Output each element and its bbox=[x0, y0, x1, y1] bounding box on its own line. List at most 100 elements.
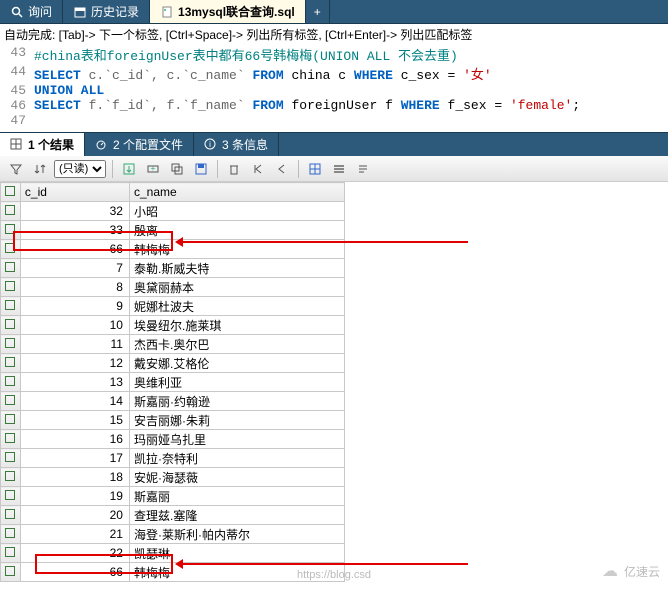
cell-cid[interactable]: 20 bbox=[20, 506, 129, 525]
cell-cname[interactable]: 斯嘉丽 bbox=[129, 487, 344, 506]
form-view-icon[interactable] bbox=[329, 159, 349, 179]
tab-history[interactable]: 历史记录 bbox=[63, 0, 150, 23]
cell-cname[interactable]: 安妮·海瑟薇 bbox=[129, 468, 344, 487]
column-header-cname[interactable]: c_name bbox=[129, 183, 344, 202]
table-row[interactable]: 8奥黛丽赫本 bbox=[1, 278, 345, 297]
tab-file[interactable]: 13mysql联合查询.sql bbox=[150, 0, 306, 23]
mode-select[interactable]: (只读) bbox=[54, 160, 106, 178]
row-checkbox[interactable] bbox=[1, 259, 21, 278]
cell-cid[interactable]: 11 bbox=[20, 335, 129, 354]
row-checkbox[interactable] bbox=[1, 316, 21, 335]
results-grid[interactable]: c_id c_name 32小昭33殷离66韩梅梅7泰勒.斯威夫特8奥黛丽赫本9… bbox=[0, 182, 345, 582]
table-row[interactable]: 32小昭 bbox=[1, 202, 345, 221]
sql-editor[interactable]: 43#china表和foreignUser表中都有66号韩梅梅(UNION AL… bbox=[0, 45, 668, 128]
tab-results[interactable]: 1 个结果 bbox=[0, 133, 85, 156]
cell-cname[interactable]: 杰西卡.奥尔巴 bbox=[129, 335, 344, 354]
row-checkbox[interactable] bbox=[1, 544, 21, 563]
select-all-checkbox[interactable] bbox=[1, 183, 21, 202]
cell-cid[interactable]: 19 bbox=[20, 487, 129, 506]
cell-cid[interactable]: 33 bbox=[20, 221, 129, 240]
tab-add[interactable]: + bbox=[306, 0, 330, 23]
cell-cname[interactable]: 查理兹.塞隆 bbox=[129, 506, 344, 525]
row-checkbox[interactable] bbox=[1, 297, 21, 316]
table-row[interactable]: 16玛丽娅乌扎里 bbox=[1, 430, 345, 449]
row-checkbox[interactable] bbox=[1, 430, 21, 449]
cell-cname[interactable]: 韩梅梅 bbox=[129, 240, 344, 259]
cell-cid[interactable]: 9 bbox=[20, 297, 129, 316]
row-checkbox[interactable] bbox=[1, 468, 21, 487]
table-row[interactable]: 66韩梅梅 bbox=[1, 240, 345, 259]
cell-cname[interactable]: 泰勒.斯威夫特 bbox=[129, 259, 344, 278]
grid-view-icon[interactable] bbox=[305, 159, 325, 179]
table-row[interactable]: 22凯瑟琳 bbox=[1, 544, 345, 563]
cell-cid[interactable]: 22 bbox=[20, 544, 129, 563]
table-row[interactable]: 10埃曼纽尔.施莱琪 bbox=[1, 316, 345, 335]
table-row[interactable]: 11杰西卡.奥尔巴 bbox=[1, 335, 345, 354]
row-checkbox[interactable] bbox=[1, 202, 21, 221]
prev-icon[interactable] bbox=[272, 159, 292, 179]
row-checkbox[interactable] bbox=[1, 411, 21, 430]
table-row[interactable]: 7泰勒.斯威夫特 bbox=[1, 259, 345, 278]
cell-cname[interactable]: 奥黛丽赫本 bbox=[129, 278, 344, 297]
tab-info[interactable]: i 3 条信息 bbox=[194, 133, 279, 156]
table-row[interactable]: 14斯嘉丽·约翰逊 bbox=[1, 392, 345, 411]
cell-cid[interactable]: 7 bbox=[20, 259, 129, 278]
row-checkbox[interactable] bbox=[1, 354, 21, 373]
cell-cname[interactable]: 奥维利亚 bbox=[129, 373, 344, 392]
table-row[interactable]: 19斯嘉丽 bbox=[1, 487, 345, 506]
cell-cname[interactable]: 凯拉·奈特利 bbox=[129, 449, 344, 468]
delete-icon[interactable] bbox=[224, 159, 244, 179]
row-checkbox[interactable] bbox=[1, 449, 21, 468]
row-checkbox[interactable] bbox=[1, 487, 21, 506]
add-row-icon[interactable]: + bbox=[143, 159, 163, 179]
cell-cid[interactable]: 15 bbox=[20, 411, 129, 430]
table-row[interactable]: 13奥维利亚 bbox=[1, 373, 345, 392]
cell-cname[interactable]: 小昭 bbox=[129, 202, 344, 221]
cell-cid[interactable]: 32 bbox=[20, 202, 129, 221]
cell-cname[interactable]: 殷离 bbox=[129, 221, 344, 240]
cell-cname[interactable]: 斯嘉丽·约翰逊 bbox=[129, 392, 344, 411]
table-row[interactable]: 33殷离 bbox=[1, 221, 345, 240]
table-row[interactable]: 66韩梅梅 bbox=[1, 563, 345, 582]
export-icon[interactable] bbox=[119, 159, 139, 179]
row-checkbox[interactable] bbox=[1, 335, 21, 354]
table-row[interactable]: 17凯拉·奈特利 bbox=[1, 449, 345, 468]
cell-cid[interactable]: 21 bbox=[20, 525, 129, 544]
cell-cname[interactable]: 凯瑟琳 bbox=[129, 544, 344, 563]
row-checkbox[interactable] bbox=[1, 240, 21, 259]
cell-cname[interactable]: 戴安娜.艾格伦 bbox=[129, 354, 344, 373]
row-checkbox[interactable] bbox=[1, 506, 21, 525]
cell-cid[interactable]: 16 bbox=[20, 430, 129, 449]
tab-profiles[interactable]: 2 个配置文件 bbox=[85, 133, 194, 156]
table-row[interactable]: 9妮娜杜波夫 bbox=[1, 297, 345, 316]
row-checkbox[interactable] bbox=[1, 563, 21, 582]
table-row[interactable]: 21海登·莱斯利·帕内蒂尔 bbox=[1, 525, 345, 544]
cell-cid[interactable]: 66 bbox=[20, 240, 129, 259]
table-row[interactable]: 20查理兹.塞隆 bbox=[1, 506, 345, 525]
cell-cid[interactable]: 17 bbox=[20, 449, 129, 468]
save-icon[interactable] bbox=[191, 159, 211, 179]
sort-icon[interactable] bbox=[30, 159, 50, 179]
row-checkbox[interactable] bbox=[1, 221, 21, 240]
cell-cid[interactable]: 12 bbox=[20, 354, 129, 373]
tab-query[interactable]: 询问 bbox=[0, 0, 63, 23]
row-checkbox[interactable] bbox=[1, 278, 21, 297]
cell-cname[interactable]: 埃曼纽尔.施莱琪 bbox=[129, 316, 344, 335]
row-checkbox[interactable] bbox=[1, 525, 21, 544]
cell-cid[interactable]: 18 bbox=[20, 468, 129, 487]
table-row[interactable]: 18安妮·海瑟薇 bbox=[1, 468, 345, 487]
cell-cname[interactable]: 安吉丽娜·朱莉 bbox=[129, 411, 344, 430]
cell-cid[interactable]: 10 bbox=[20, 316, 129, 335]
first-icon[interactable] bbox=[248, 159, 268, 179]
cell-cname[interactable]: 玛丽娅乌扎里 bbox=[129, 430, 344, 449]
table-row[interactable]: 15安吉丽娜·朱莉 bbox=[1, 411, 345, 430]
row-checkbox[interactable] bbox=[1, 373, 21, 392]
cell-cid[interactable]: 13 bbox=[20, 373, 129, 392]
cell-cid[interactable]: 66 bbox=[20, 563, 129, 582]
cell-cid[interactable]: 14 bbox=[20, 392, 129, 411]
text-view-icon[interactable] bbox=[353, 159, 373, 179]
cell-cid[interactable]: 8 bbox=[20, 278, 129, 297]
row-checkbox[interactable] bbox=[1, 392, 21, 411]
cell-cname[interactable]: 妮娜杜波夫 bbox=[129, 297, 344, 316]
cell-cname[interactable]: 海登·莱斯利·帕内蒂尔 bbox=[129, 525, 344, 544]
